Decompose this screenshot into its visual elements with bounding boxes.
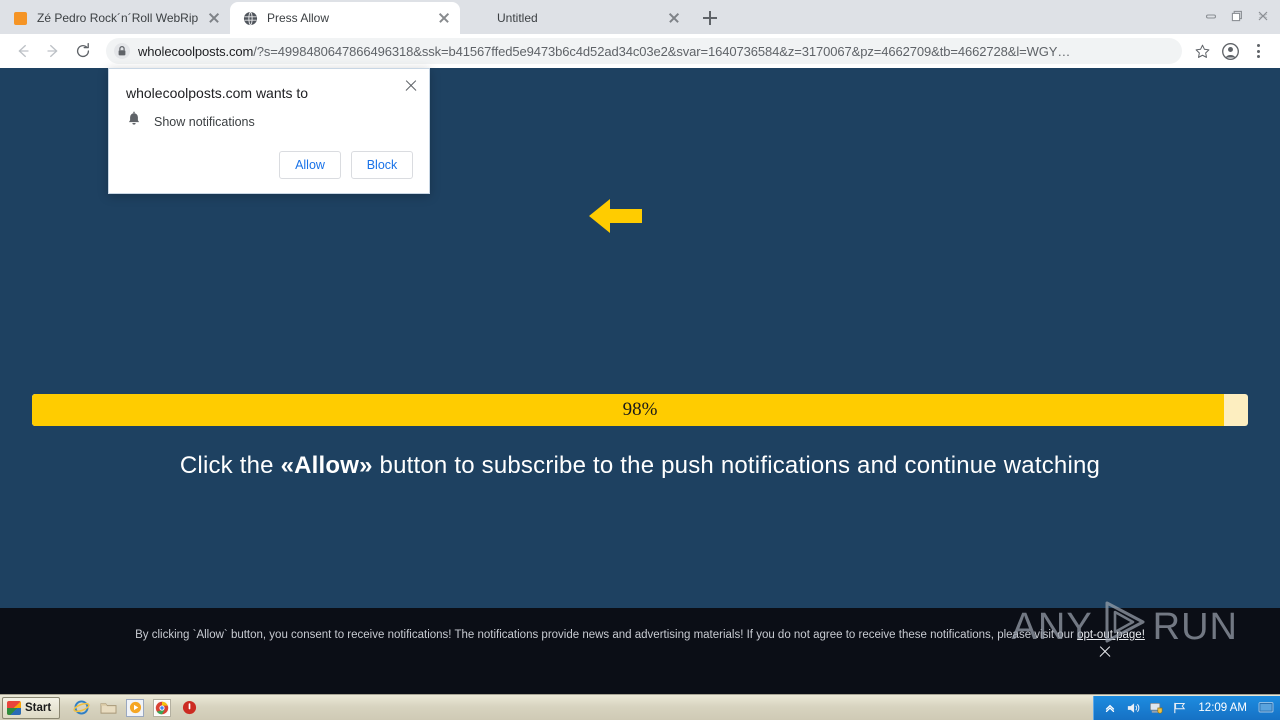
consent-footer-bar: By clicking `Allow` button, you consent …	[0, 601, 1280, 694]
browser-tab-2[interactable]: Press Allow	[230, 2, 460, 34]
headline-allow-emphasis: «Allow»	[280, 452, 373, 479]
profile-avatar-icon[interactable]	[1216, 37, 1244, 65]
tab-title: Untitled	[497, 11, 538, 25]
forward-arrow-icon[interactable]	[38, 36, 68, 66]
headline-text-after: button to subscribe to the push notifica…	[372, 452, 1101, 479]
tab-close-icon[interactable]	[666, 10, 682, 26]
restore-icon[interactable]	[1224, 4, 1250, 28]
lock-icon[interactable]	[112, 41, 132, 61]
block-button[interactable]: Block	[351, 151, 413, 179]
notification-permission-dialog: wholecoolposts.com wants to Show notific…	[108, 68, 430, 194]
address-bar[interactable]: wholecoolposts.com/?s=499848064786649631…	[106, 38, 1182, 64]
page-headline: Click the «Allow» button to subscribe to…	[0, 452, 1280, 480]
tab-title: Press Allow	[267, 11, 330, 25]
browser-toolbar: wholecoolposts.com/?s=499848064786649631…	[0, 34, 1280, 68]
opt-out-page-link[interactable]: opt-out page!	[1077, 629, 1145, 641]
network-shield-icon[interactable]	[1148, 700, 1164, 716]
permission-dialog-buttons: Allow Block	[279, 151, 413, 179]
start-button-label: Start	[25, 701, 52, 714]
windows-taskbar: Start 12:09 AM	[0, 694, 1280, 720]
quick-launch-bar	[72, 698, 198, 717]
bell-icon	[126, 111, 142, 133]
folder-icon[interactable]	[99, 699, 117, 717]
start-button[interactable]: Start	[2, 696, 61, 719]
permission-label: Show notifications	[154, 115, 255, 129]
flag-security-icon[interactable]	[1171, 700, 1187, 716]
consent-footer-text: By clicking `Allow` button, you consent …	[120, 627, 1160, 643]
internet-explorer-icon[interactable]	[72, 699, 90, 717]
system-tray: 12:09 AM	[1093, 695, 1280, 720]
left-arrow-icon	[586, 196, 644, 241]
url-path: /?s=4998480647866496318&ssk=b41567ffed5e…	[253, 43, 1071, 59]
browser-tab-1[interactable]: Zé Pedro Rock´n´Roll WebRip 2020	[0, 2, 230, 34]
tab-close-icon[interactable]	[436, 10, 452, 26]
windows-logo-icon	[7, 700, 21, 715]
address-bar-url: wholecoolposts.com/?s=499848064786649631…	[138, 44, 1070, 59]
volume-speaker-icon[interactable]	[1125, 700, 1141, 716]
display-monitor-icon[interactable]	[1258, 700, 1274, 716]
close-icon[interactable]	[1250, 4, 1276, 28]
show-hidden-icons-chevron-icon[interactable]	[1102, 700, 1118, 716]
reload-icon[interactable]	[68, 36, 98, 66]
tab-title: Zé Pedro Rock´n´Roll WebRip 2020	[37, 11, 200, 25]
permission-request-row: Show notifications	[126, 111, 255, 133]
taskbar-clock[interactable]: 12:09 AM	[1198, 702, 1247, 714]
progress-bar: 98%	[32, 394, 1248, 426]
blank-favicon-icon	[472, 10, 488, 26]
window-controls	[1198, 2, 1276, 30]
allow-button[interactable]: Allow	[279, 151, 341, 179]
browser-window: Zé Pedro Rock´n´Roll WebRip 2020 Press A…	[0, 0, 1280, 694]
consent-text-body: By clicking `Allow` button, you consent …	[135, 629, 1078, 641]
permission-dialog-close-icon[interactable]	[404, 79, 418, 93]
headline-text-before: Click the	[179, 452, 281, 479]
orange-square-icon	[12, 10, 28, 26]
chrome-icon[interactable]	[153, 698, 172, 717]
browser-tab-3[interactable]: Untitled	[460, 2, 690, 34]
media-player-icon[interactable]	[126, 698, 145, 717]
minimize-icon[interactable]	[1198, 4, 1224, 28]
three-dot-menu-icon[interactable]	[1244, 37, 1272, 65]
star-icon[interactable]	[1188, 37, 1216, 65]
permission-dialog-title: wholecoolposts.com wants to	[126, 85, 309, 101]
watermark-text-run: RUN	[1152, 605, 1238, 648]
back-arrow-icon[interactable]	[8, 36, 38, 66]
stop-shield-icon[interactable]	[180, 699, 198, 717]
tab-strip: Zé Pedro Rock´n´Roll WebRip 2020 Press A…	[0, 0, 1280, 34]
consent-footer-close-icon[interactable]	[1098, 645, 1112, 659]
tab-close-icon[interactable]	[206, 10, 222, 26]
url-domain: wholecoolposts.com	[138, 43, 254, 59]
globe-icon	[242, 10, 258, 26]
progress-percent-label: 98%	[622, 399, 658, 420]
new-tab-button[interactable]	[696, 4, 724, 32]
